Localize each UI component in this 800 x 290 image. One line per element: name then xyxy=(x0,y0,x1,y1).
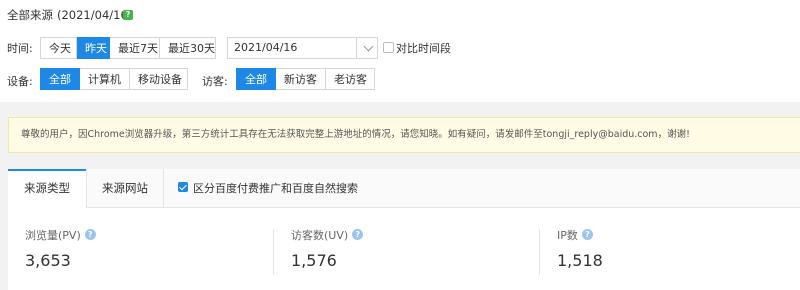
metric-ip-label: IP数 xyxy=(557,229,578,242)
visitor-option-all[interactable]: 全部 xyxy=(236,68,276,90)
tab-bar: 来源类型 来源网站 区分百度付费推广和百度自然搜索 xyxy=(8,169,800,208)
page-title-text: 全部来源 xyxy=(7,8,53,22)
metric-pv-header: 浏览量(PV)? xyxy=(25,224,96,243)
page-title-date: (2021/04/16) xyxy=(57,8,133,22)
metric-uv-label: 访客数(UV) xyxy=(291,229,349,242)
distinguish-label[interactable]: 区分百度付费推广和百度自然搜索 xyxy=(193,180,358,196)
metric-divider xyxy=(539,229,540,275)
visitor-option-returning[interactable]: 老访客 xyxy=(326,68,375,90)
metric-pv-label: 浏览量(PV) xyxy=(25,229,81,242)
source-panel: 来源类型 来源网站 区分百度付费推广和百度自然搜索 浏览量(PV)? 3,653… xyxy=(8,169,800,290)
help-icon[interactable]: ? xyxy=(352,229,364,240)
date-picker[interactable]: 2021/04/16 xyxy=(227,37,378,59)
date-picker-value: 2021/04/16 xyxy=(234,41,298,54)
metric-uv-header: 访客数(UV)? xyxy=(291,224,364,243)
help-icon[interactable]: ? xyxy=(84,229,96,240)
metric-uv: 访客数(UV)? 1,576 xyxy=(291,224,364,270)
compare-checkbox[interactable] xyxy=(383,42,394,53)
visitor-option-new[interactable]: 新访客 xyxy=(276,68,326,90)
help-icon[interactable]: ? xyxy=(123,10,133,20)
device-option-computer[interactable]: 计算机 xyxy=(80,68,130,90)
device-button-group: 全部 计算机 移动设备 xyxy=(40,68,188,90)
notice-banner: 尊敬的用户，因Chrome浏览器升级，第三方统计工具存在无法获取完整上游地址的情… xyxy=(8,117,800,153)
time-label: 时间: xyxy=(7,42,33,55)
metric-ip-header: IP数? xyxy=(557,224,603,243)
page-title: 全部来源 (2021/04/16) xyxy=(7,7,132,23)
distinguish-checkbox[interactable] xyxy=(178,182,188,192)
metric-divider xyxy=(273,229,274,275)
metric-ip: IP数? 1,518 xyxy=(557,224,603,270)
metric-pv-value: 3,653 xyxy=(25,251,71,270)
time-option-today[interactable]: 今天 xyxy=(40,37,77,59)
time-option-last30[interactable]: 最近30天 xyxy=(160,37,216,59)
tab-source-type[interactable]: 来源类型 xyxy=(8,169,86,208)
device-option-all[interactable]: 全部 xyxy=(40,68,80,90)
compare-label[interactable]: 对比时间段 xyxy=(396,40,451,56)
visitor-label: 访客: xyxy=(202,75,228,88)
time-option-last7[interactable]: 最近7天 xyxy=(110,37,160,59)
time-button-group: 今天 昨天 最近7天 最近30天 xyxy=(40,37,216,59)
help-icon[interactable]: ? xyxy=(581,229,593,240)
device-option-mobile[interactable]: 移动设备 xyxy=(130,68,188,90)
time-option-yesterday[interactable]: 昨天 xyxy=(77,37,110,59)
metric-uv-value: 1,576 xyxy=(291,251,337,270)
tab-source-site[interactable]: 来源网站 xyxy=(86,169,164,207)
chevron-down-icon[interactable] xyxy=(363,41,374,52)
metric-pv: 浏览量(PV)? 3,653 xyxy=(25,224,96,270)
metric-ip-value: 1,518 xyxy=(557,251,603,270)
date-picker-divider xyxy=(356,38,357,58)
device-label: 设备: xyxy=(7,75,33,88)
visitor-button-group: 全部 新访客 老访客 xyxy=(236,68,375,90)
